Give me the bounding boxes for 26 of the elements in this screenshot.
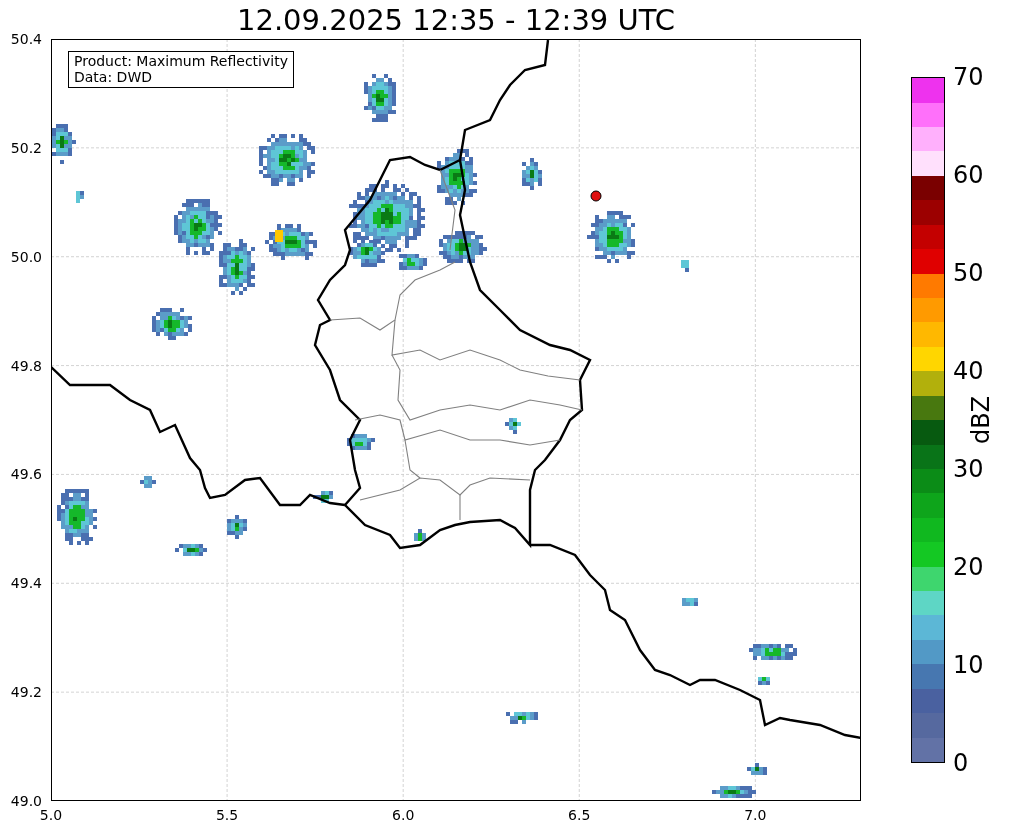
- y-tick-label: 49.2: [10, 684, 42, 701]
- colorbar-label: dBZ: [967, 395, 995, 445]
- y-tick-label: 49.8: [10, 357, 42, 374]
- x-tick-label: 6.5: [568, 807, 591, 823]
- x-tick-label: 6.0: [392, 807, 415, 823]
- location-marker: [590, 190, 602, 202]
- y-tick-label: 49.6: [10, 466, 42, 483]
- colorbar-tick-label: 10: [953, 653, 984, 677]
- y-tick-label: 50.2: [10, 139, 42, 156]
- x-tick-label: 5.0: [39, 807, 63, 823]
- y-tick-label: 50.0: [10, 248, 42, 265]
- y-tick-label: 49.4: [10, 575, 42, 592]
- info-text: Product: Maximum Reflectivity: [74, 53, 288, 69]
- chart-title: 12.09.2025 12:35 - 12:39 UTC: [237, 2, 675, 37]
- colorbar-tick-label: 20: [953, 555, 984, 579]
- colorbar-tick-label: 40: [953, 359, 984, 383]
- y-tick-label: 49.0: [10, 793, 42, 809]
- x-tick-label: 7.0: [744, 807, 767, 823]
- x-tick-label: 5.5: [215, 807, 239, 823]
- colorbar-tick-label: 60: [953, 163, 984, 187]
- colorbar-tick-label: 50: [953, 261, 984, 285]
- y-tick-label: 50.4: [10, 31, 42, 47]
- colorbar-tick-label: 70: [953, 65, 984, 89]
- info-text: Data: DWD: [74, 69, 153, 85]
- colorbar-tick-label: 30: [953, 457, 984, 481]
- colorbar-tick-label: 0: [953, 751, 969, 775]
